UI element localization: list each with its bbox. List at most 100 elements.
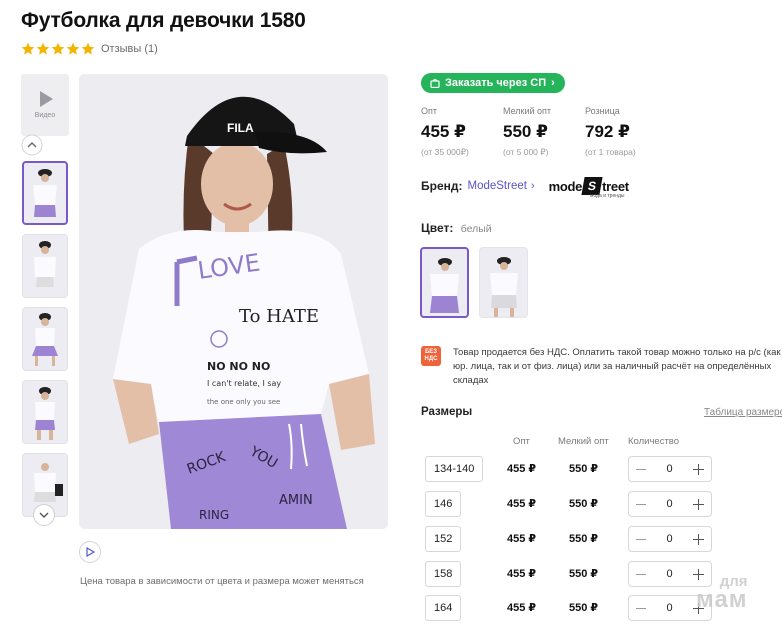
rating: Отзывы (1) <box>21 42 158 56</box>
chevron-down-icon <box>39 512 49 518</box>
quantity-value[interactable]: 0 <box>666 463 672 475</box>
size-price-opt: 455 ₽ <box>507 498 537 510</box>
brand-logo-right: treet <box>602 178 629 194</box>
rating-stars <box>21 42 95 56</box>
model-photo-icon <box>33 169 57 217</box>
price-condition: (от 35 000₽) <box>421 147 469 157</box>
size-price-small-opt: 550 ₽ <box>569 533 599 545</box>
price-value: 455 ₽ <box>421 122 466 141</box>
vat-text: Товар продается без НДС. Оплатить такой … <box>453 347 782 386</box>
size-row: 146 455 ₽ 550 ₽ 0 <box>425 491 775 517</box>
quantity-value[interactable]: 0 <box>666 568 672 580</box>
size-label: 158 <box>425 561 462 587</box>
chevron-right-icon: › <box>551 77 555 89</box>
brand-label: Бренд: <box>421 179 463 193</box>
price-condition: (от 1 товара) <box>585 147 636 157</box>
thumbnails-scroll-down-button[interactable] <box>33 504 55 526</box>
sizes-title: Размеры <box>421 406 473 418</box>
color-swatch-2[interactable] <box>479 247 528 318</box>
play-video-button[interactable] <box>79 541 101 563</box>
size-label: 164 <box>425 595 462 621</box>
price-label: Опт <box>421 106 437 116</box>
reviews-link[interactable]: Отзывы (1) <box>101 43 158 55</box>
size-price-opt: 455 ₽ <box>507 533 537 545</box>
no-vat-badge: БЕЗ НДС <box>421 346 441 366</box>
order-button-label: Заказать через СП <box>445 77 547 89</box>
video-thumbnail[interactable]: Видео <box>21 74 69 136</box>
thumbnail-4[interactable] <box>22 380 68 444</box>
plus-icon[interactable] <box>693 498 704 510</box>
svg-text:FILA: FILA <box>227 121 254 135</box>
vat-badge-line: БЕЗ <box>424 349 438 355</box>
price-value: 792 ₽ <box>585 122 630 141</box>
vat-badge-line: НДС <box>424 356 438 362</box>
product-title: Футболка для девочки 1580 <box>21 9 306 32</box>
price-wholesale: Опт 455 ₽ (от 35 000₽) <box>421 106 503 158</box>
minus-icon[interactable] <box>636 573 646 575</box>
size-label: 146 <box>425 491 462 517</box>
size-price-small-opt: 550 ₽ <box>569 498 599 510</box>
video-label: Видео <box>34 112 56 119</box>
svg-text:I can't relate, I say: I can't relate, I say <box>207 379 281 388</box>
cart-icon <box>430 78 440 88</box>
order-via-sp-button[interactable]: Заказать через СП › <box>421 73 565 93</box>
column-header-quantity: Количество <box>628 436 680 447</box>
minus-icon[interactable] <box>636 468 646 470</box>
quantity-value[interactable]: 0 <box>666 602 672 614</box>
price-condition: (от 5 000 ₽) <box>503 147 549 157</box>
size-price-opt: 455 ₽ <box>507 568 537 580</box>
color-row: Цвет: белый <box>421 221 492 235</box>
svg-text:To HATE: To HATE <box>239 306 319 327</box>
model-photo-icon <box>32 313 58 366</box>
thumbnail-3[interactable] <box>22 307 68 371</box>
size-label: 152 <box>425 526 462 552</box>
model-photo-icon <box>490 257 518 317</box>
model-photo-icon <box>35 387 55 440</box>
size-row: 134-140 455 ₽ 550 ₽ 0 <box>425 456 775 482</box>
play-icon <box>86 547 95 557</box>
plus-icon[interactable] <box>693 533 704 545</box>
star-icon <box>21 42 35 56</box>
size-label: 134-140 <box>425 456 484 482</box>
svg-text:NO NO NO: NO NO NO <box>207 360 270 373</box>
chevron-up-icon[interactable] <box>21 134 43 156</box>
watermark-line: мам <box>696 586 748 613</box>
vat-notice: БЕЗ НДС Товар продается без НДС. Оплатит… <box>421 346 782 388</box>
svg-text:AMIN: AMIN <box>279 493 313 508</box>
site-watermark: для мам <box>696 573 748 613</box>
price-retail: Розница 792 ₽ (от 1 товара) <box>585 106 667 158</box>
color-swatches <box>420 247 528 318</box>
color-swatch-1[interactable] <box>420 247 469 318</box>
color-label: Цвет: <box>421 221 454 235</box>
size-price-small-opt: 550 ₽ <box>569 602 599 614</box>
thumbnail-1[interactable] <box>22 161 68 225</box>
price-label: Розница <box>585 106 620 116</box>
model-photo: FILA LOVE To HATE NO NO NO I can't relat… <box>79 74 388 529</box>
column-header-small-opt: Мелкий опт <box>558 436 609 447</box>
quantity-stepper: 0 <box>628 526 712 552</box>
plus-icon[interactable] <box>693 463 704 475</box>
minus-icon[interactable] <box>636 538 646 540</box>
size-table-link[interactable]: Таблица размеров <box>704 407 782 418</box>
quantity-stepper: 0 <box>628 491 712 517</box>
size-row: 152 455 ₽ 550 ₽ 0 <box>425 526 775 552</box>
price-small-wholesale: Мелкий опт 550 ₽ (от 5 000 ₽) <box>503 106 585 158</box>
brand-logo-tagline: мода и тренды <box>590 193 625 199</box>
size-price-opt: 455 ₽ <box>507 602 537 614</box>
price-note: Цена товара в зависимости от цвета и раз… <box>80 576 364 587</box>
svg-text:RING: RING <box>199 508 229 522</box>
model-photo-icon <box>430 258 459 313</box>
main-product-image[interactable]: FILA LOVE To HATE NO NO NO I can't relat… <box>79 74 388 529</box>
minus-icon[interactable] <box>636 503 646 505</box>
star-icon <box>36 42 50 56</box>
minus-icon[interactable] <box>636 607 646 609</box>
star-icon <box>66 42 80 56</box>
price-block: Опт 455 ₽ (от 35 000₽) Мелкий опт 550 ₽ … <box>421 106 667 158</box>
column-header-opt: Опт <box>513 436 530 447</box>
quantity-value[interactable]: 0 <box>666 498 672 510</box>
quantity-stepper: 0 <box>628 456 712 482</box>
brand-link[interactable]: ModeStreet <box>468 180 527 192</box>
quantity-value[interactable]: 0 <box>666 533 672 545</box>
thumbnail-2[interactable] <box>22 234 68 298</box>
size-price-small-opt: 550 ₽ <box>569 568 599 580</box>
